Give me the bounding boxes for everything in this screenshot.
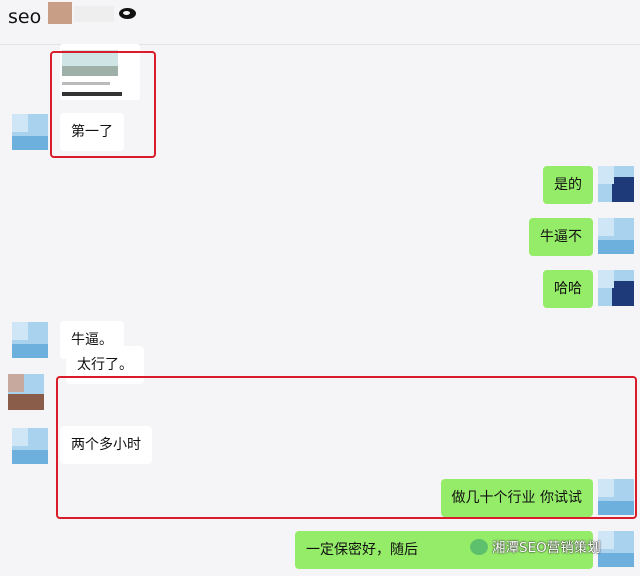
sent-message-bubble[interactable]: 牛逼不 xyxy=(529,218,593,256)
my-avatar[interactable] xyxy=(598,270,634,306)
chat-title: seo xyxy=(8,6,42,28)
contact-avatar[interactable] xyxy=(8,374,44,410)
highlight-box xyxy=(56,376,637,519)
sent-message-bubble[interactable]: 是的 xyxy=(543,166,593,204)
hidden-eye-icon[interactable] xyxy=(119,8,136,19)
my-avatar[interactable] xyxy=(598,218,634,254)
sent-message-bubble[interactable]: 哈哈 xyxy=(543,270,593,308)
contact-avatar[interactable] xyxy=(12,114,48,150)
contact-avatar[interactable] xyxy=(12,322,48,358)
highlight-box xyxy=(50,51,156,158)
redacted-name-block xyxy=(48,2,72,24)
wechat-logo-icon xyxy=(470,539,488,555)
my-avatar[interactable] xyxy=(598,166,634,202)
chat-header: seo xyxy=(0,0,640,45)
watermark-text: 湘潭SEO营销策划 xyxy=(492,540,601,556)
watermark: 湘潭SEO营销策划 xyxy=(470,537,628,559)
redacted-name-block-2 xyxy=(74,6,114,22)
contact-avatar[interactable] xyxy=(12,428,48,464)
